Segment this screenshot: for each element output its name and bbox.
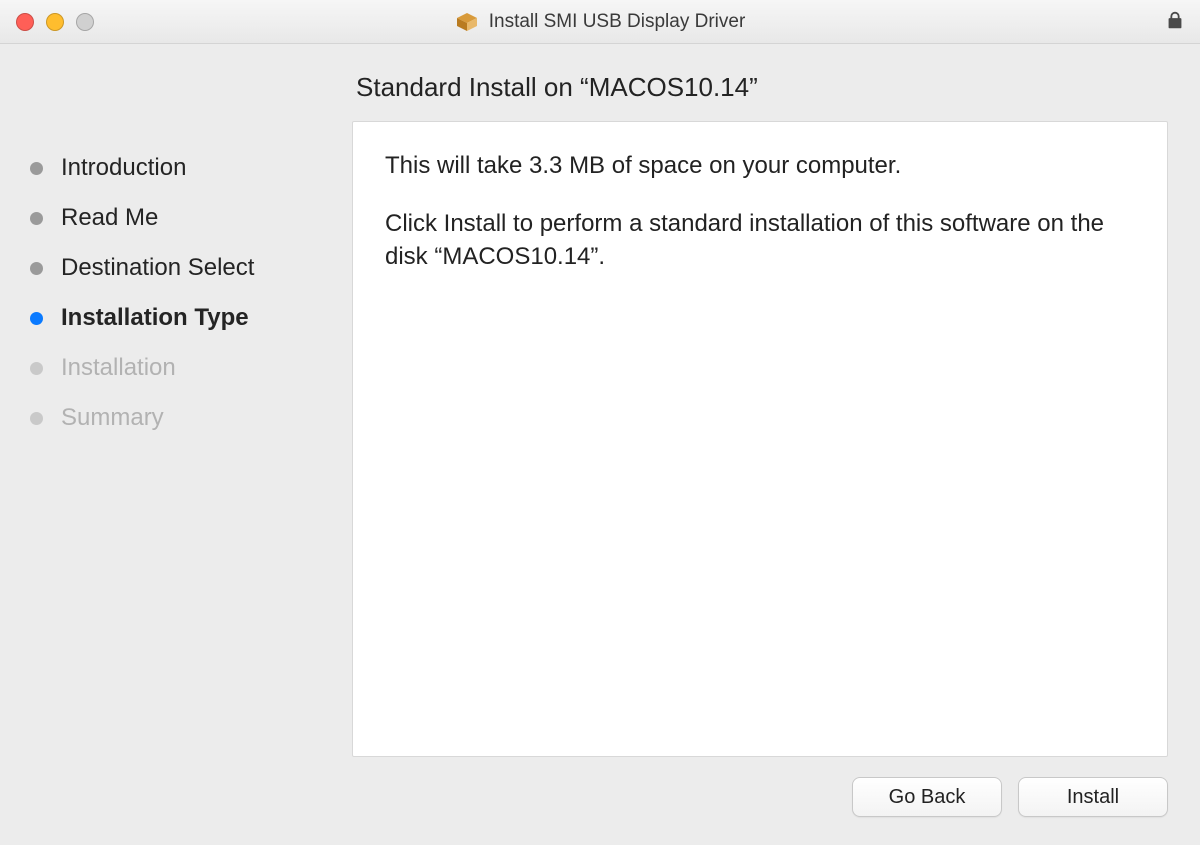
zoom-window-button[interactable] <box>76 13 94 31</box>
install-instruction-text: Click Install to perform a standard inst… <box>385 208 1135 273</box>
button-row: Go Back Install <box>352 757 1168 817</box>
step-installation-type: Installation Type <box>30 304 332 332</box>
step-read-me: Read Me <box>30 204 332 232</box>
step-label: Introduction <box>61 154 186 182</box>
step-bullet <box>30 412 43 425</box>
step-introduction: Introduction <box>30 154 332 182</box>
step-bullet <box>30 262 43 275</box>
install-button[interactable]: Install <box>1018 777 1168 817</box>
step-label: Installation <box>61 354 176 382</box>
install-description-panel: This will take 3.3 MB of space on your c… <box>352 121 1168 757</box>
titlebar: Install SMI USB Display Driver <box>0 0 1200 44</box>
step-label: Read Me <box>61 204 158 232</box>
step-bullet <box>30 162 43 175</box>
close-window-button[interactable] <box>16 13 34 31</box>
step-bullet <box>30 312 43 325</box>
step-bullet <box>30 362 43 375</box>
install-size-text: This will take 3.3 MB of space on your c… <box>385 150 1135 182</box>
go-back-button[interactable]: Go Back <box>852 777 1002 817</box>
step-bullet <box>30 212 43 225</box>
traffic-lights <box>16 13 94 31</box>
main-content: Standard Install on “MACOS10.14” This wi… <box>352 44 1200 845</box>
package-icon <box>455 10 479 34</box>
lock-icon[interactable] <box>1164 9 1186 36</box>
step-label: Destination Select <box>61 254 254 282</box>
page-heading: Standard Install on “MACOS10.14” <box>356 72 1168 103</box>
window-title: Install SMI USB Display Driver <box>489 11 746 33</box>
minimize-window-button[interactable] <box>46 13 64 31</box>
step-installation: Installation <box>30 354 332 382</box>
installer-steps-sidebar: Introduction Read Me Destination Select … <box>0 44 352 845</box>
step-summary: Summary <box>30 404 332 432</box>
step-label: Installation Type <box>61 304 249 332</box>
step-destination-select: Destination Select <box>30 254 332 282</box>
step-label: Summary <box>61 404 164 432</box>
